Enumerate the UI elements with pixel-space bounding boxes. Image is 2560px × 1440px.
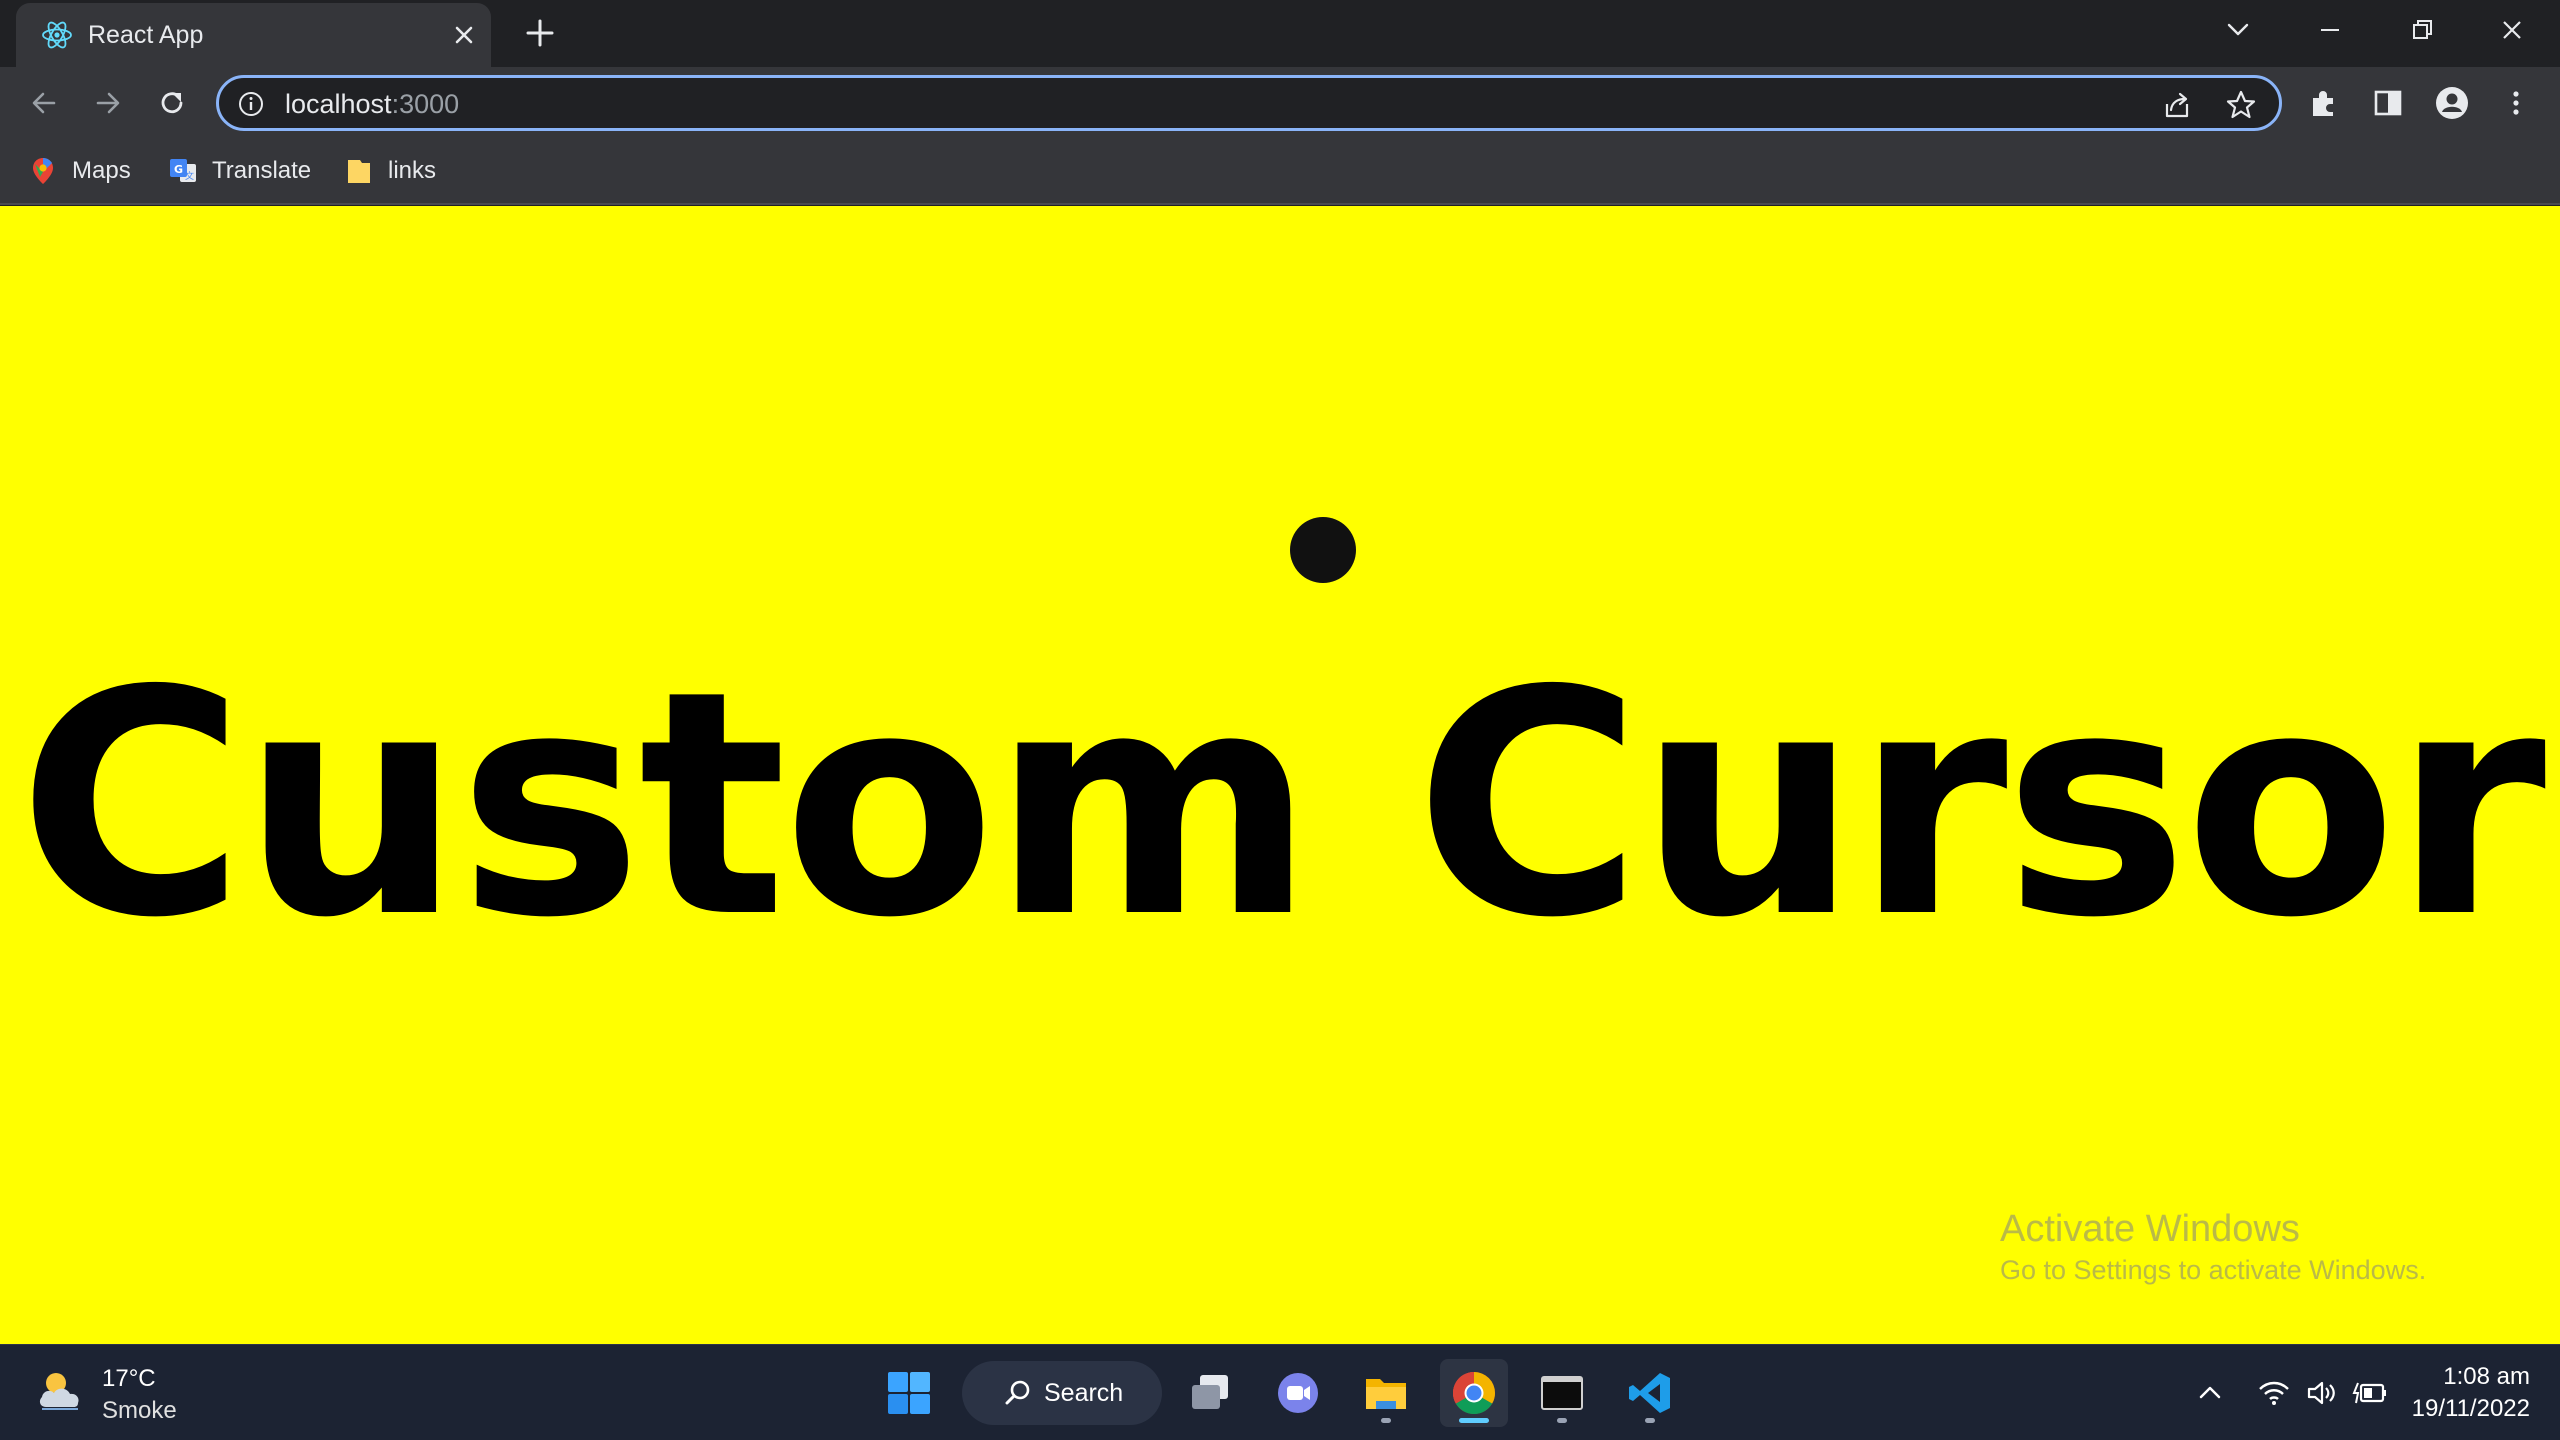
tab-title: React App: [88, 21, 204, 49]
terminal-button[interactable]: [1528, 1359, 1596, 1427]
browser-toolbar: localhost:3000: [0, 67, 2560, 139]
terminal-icon: [1541, 1376, 1583, 1410]
share-icon[interactable]: [2160, 88, 2194, 122]
chrome-button[interactable]: [1440, 1359, 1508, 1427]
bookmark-links-label: links: [388, 157, 437, 184]
tab-search-chevron-icon[interactable]: [2218, 10, 2258, 50]
weather-temperature: 17°C: [102, 1365, 156, 1392]
restore-icon[interactable]: [2402, 10, 2442, 50]
running-indicator: [1557, 1418, 1567, 1423]
running-indicator: [1381, 1418, 1391, 1423]
extensions-icon[interactable]: [2304, 83, 2344, 123]
new-tab-icon[interactable]: [522, 15, 558, 51]
tab-strip: React App: [0, 0, 2560, 67]
folder-icon: [348, 160, 370, 183]
bookmark-star-icon[interactable]: [2224, 88, 2258, 122]
chrome-icon: [1452, 1372, 1495, 1415]
vscode-icon: [1629, 1373, 1670, 1413]
address-bar[interactable]: localhost:3000: [216, 75, 2282, 131]
url-host: localhost: [285, 89, 392, 119]
bookmark-translate-label: Translate: [212, 157, 312, 184]
taskbar-search[interactable]: Search: [962, 1361, 1162, 1425]
google-maps-icon: [33, 158, 53, 184]
profile-avatar-icon[interactable]: [2432, 83, 2472, 123]
battery-charging-icon[interactable]: [2352, 1375, 2388, 1411]
forward-icon[interactable]: [88, 83, 128, 123]
page-viewport[interactable]: Custom Cursor Activate Windows Go to Set…: [0, 206, 2560, 1344]
bookmarks-bar: Maps G 文 Translate links: [0, 139, 2560, 205]
file-explorer-button[interactable]: [1352, 1359, 1420, 1427]
windows-taskbar: 17°C Smoke Search 1:08 am 19/11/2022: [0, 1344, 2560, 1440]
vscode-button[interactable]: [1616, 1359, 1684, 1427]
url-port: :3000: [391, 89, 460, 119]
running-indicator: [1645, 1418, 1655, 1423]
page-heading: Custom Cursor: [17, 625, 2546, 986]
teams-chat-icon: [1278, 1373, 1318, 1413]
task-view-button[interactable]: [1176, 1359, 1244, 1427]
google-translate-icon: G 文: [170, 159, 196, 182]
start-button[interactable]: [875, 1359, 943, 1427]
show-hidden-icons-chevron-icon[interactable]: [2192, 1375, 2228, 1411]
weather-widget[interactable]: 17°C Smoke: [34, 1363, 177, 1427]
bookmark-translate[interactable]: G 文 Translate: [168, 153, 311, 189]
search-label: Search: [1044, 1378, 1124, 1407]
teams-chat-button[interactable]: [1264, 1359, 1332, 1427]
close-window-icon[interactable]: [2492, 10, 2532, 50]
site-info-icon[interactable]: [237, 90, 265, 118]
svg-text:G: G: [174, 163, 183, 176]
reload-icon[interactable]: [152, 83, 192, 123]
watermark-subtitle: Go to Settings to activate Windows.: [2000, 1255, 2427, 1285]
svg-text:文: 文: [185, 170, 194, 182]
url-text[interactable]: localhost:3000: [285, 87, 459, 121]
bookmark-folder-links[interactable]: links: [344, 153, 436, 189]
wifi-icon[interactable]: [2256, 1375, 2292, 1411]
system-clock[interactable]: 1:08 am 19/11/2022: [2412, 1361, 2530, 1425]
file-explorer-icon: [1366, 1379, 1406, 1409]
clock-time: 1:08 am: [2443, 1363, 2530, 1390]
task-view-icon: [1192, 1375, 1228, 1409]
close-tab-icon[interactable]: [448, 19, 480, 51]
minimize-icon[interactable]: [2310, 10, 2350, 50]
react-logo-icon: [42, 21, 72, 49]
clock-date: 19/11/2022: [2411, 1395, 2530, 1422]
menu-kebab-icon[interactable]: [2496, 83, 2536, 123]
start-icon: [888, 1372, 930, 1414]
cloudy-weather-icon: [39, 1373, 79, 1410]
bookmark-maps[interactable]: Maps: [28, 153, 131, 189]
custom-cursor-dot: [1290, 517, 1356, 583]
volume-icon[interactable]: [2304, 1375, 2340, 1411]
bookmark-maps-label: Maps: [72, 157, 131, 184]
tab-react-app[interactable]: React App: [16, 3, 491, 67]
side-panel-icon[interactable]: [2368, 83, 2408, 123]
activate-windows-watermark: Activate Windows Go to Settings to activ…: [2000, 1206, 2426, 1288]
search-icon: [1005, 1380, 1030, 1405]
weather-condition: Smoke: [102, 1397, 177, 1424]
watermark-title: Activate Windows: [2000, 1208, 2300, 1250]
back-icon[interactable]: [24, 83, 64, 123]
active-indicator: [1459, 1418, 1489, 1423]
